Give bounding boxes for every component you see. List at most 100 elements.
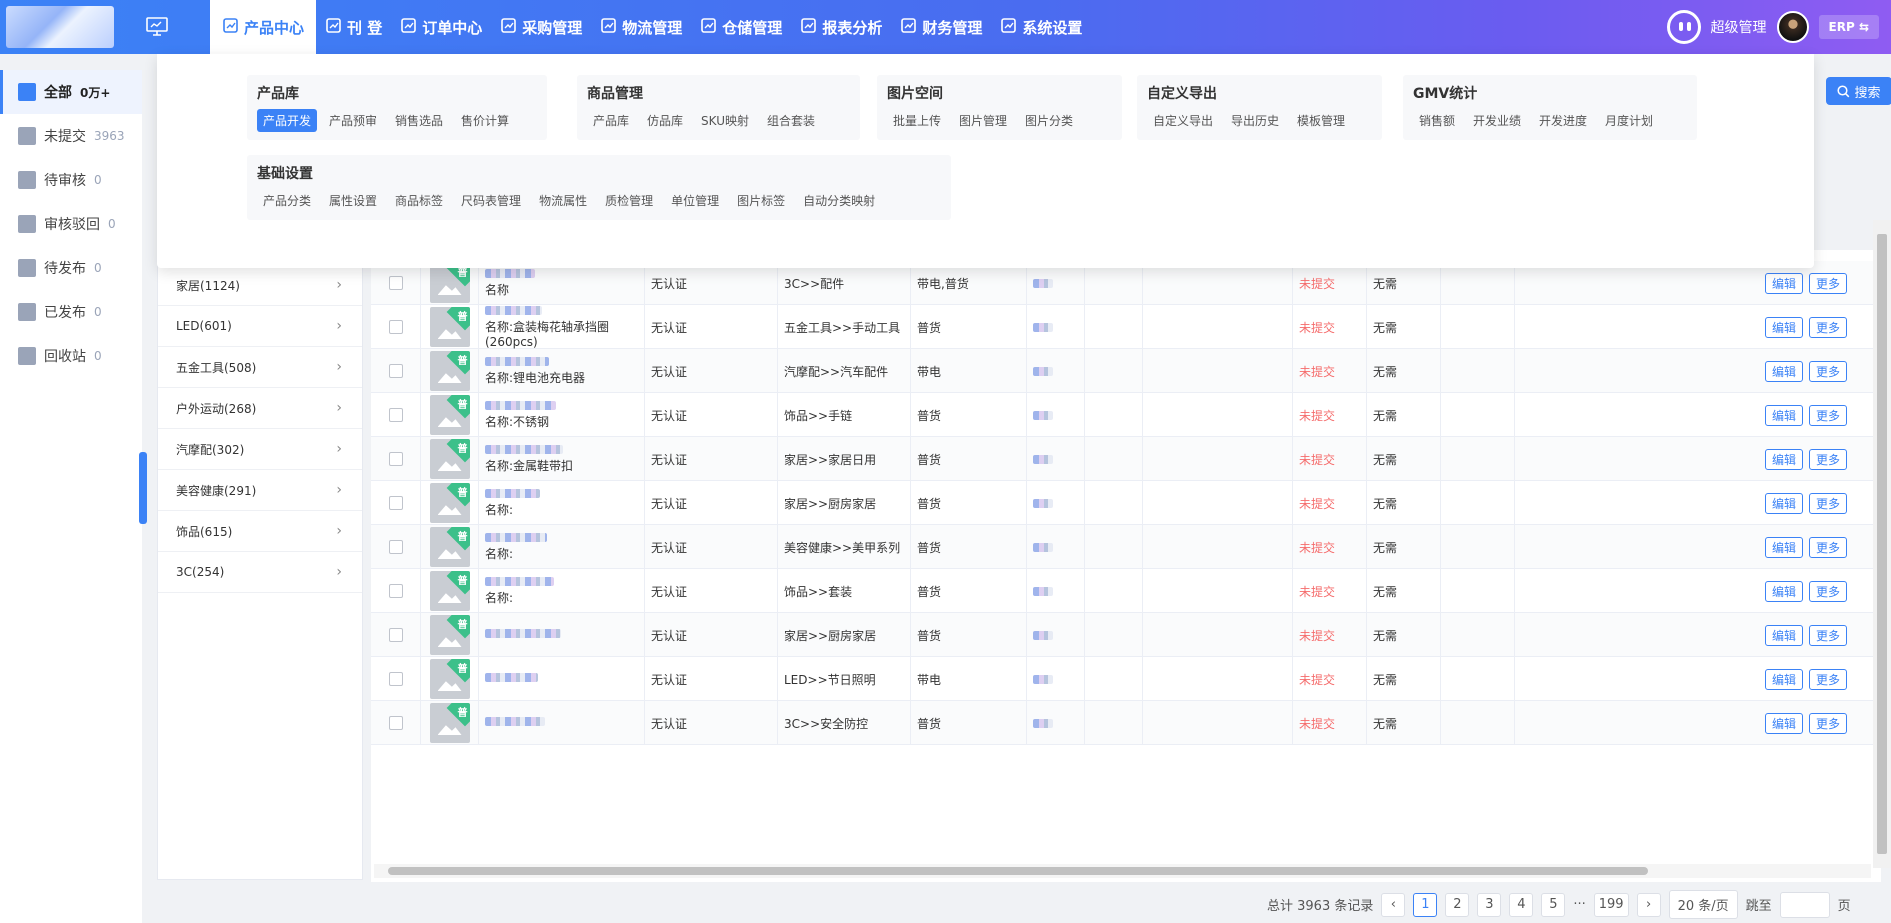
nav-item-5[interactable]: 仓储管理	[691, 0, 791, 54]
avatar[interactable]	[1776, 11, 1809, 43]
nav-item-8[interactable]: 系统设置	[991, 0, 1091, 54]
menu-item[interactable]: 自动分类映射	[797, 189, 881, 212]
goto-page-input[interactable]	[1779, 891, 1830, 918]
menu-item[interactable]: 开发进度	[1533, 109, 1593, 132]
row-checkbox[interactable]	[388, 320, 403, 334]
prev-page-button[interactable]: ‹	[1381, 892, 1406, 917]
menu-item[interactable]: 产品预审	[323, 109, 383, 132]
product-thumbnail[interactable]: 普	[429, 263, 470, 303]
category-item[interactable]: 美容健康(291) ›	[158, 470, 362, 511]
edit-button[interactable]: 编辑	[1765, 316, 1804, 338]
sidebar-item-3[interactable]: 审核驳回 0	[0, 202, 142, 246]
menu-item[interactable]: 物流属性	[533, 189, 593, 212]
row-checkbox[interactable]	[388, 452, 403, 466]
edit-button[interactable]: 编辑	[1765, 360, 1804, 382]
monitor-icon[interactable]	[146, 17, 168, 37]
edit-button[interactable]: 编辑	[1765, 624, 1804, 646]
edit-button[interactable]: 编辑	[1765, 580, 1804, 602]
row-checkbox[interactable]	[388, 408, 403, 422]
user-name[interactable]: 超级管理	[1711, 17, 1767, 37]
product-thumbnail[interactable]: 普	[429, 351, 470, 391]
page-button[interactable]: ···	[1573, 897, 1585, 912]
nav-item-7[interactable]: 财务管理	[891, 0, 991, 54]
row-checkbox[interactable]	[388, 672, 403, 686]
menu-item[interactable]: 图片标签	[731, 189, 791, 212]
menu-item[interactable]: 质检管理	[599, 189, 659, 212]
menu-item[interactable]: 导出历史	[1225, 109, 1285, 132]
sidebar-item-0[interactable]: 全部 0万+	[0, 70, 142, 114]
page-button[interactable]: 2	[1445, 892, 1470, 917]
row-checkbox[interactable]	[388, 364, 403, 378]
menu-item[interactable]: 开发业绩	[1467, 109, 1527, 132]
menu-item[interactable]: 组合套装	[761, 109, 821, 132]
edit-button[interactable]: 编辑	[1765, 668, 1804, 690]
nav-item-2[interactable]: 订单中心	[391, 0, 491, 54]
menu-item[interactable]: 单位管理	[665, 189, 725, 212]
more-button[interactable]: 更多	[1809, 272, 1848, 294]
search-button[interactable]: 搜索	[1826, 77, 1891, 105]
row-checkbox[interactable]	[388, 540, 403, 554]
category-item[interactable]: LED(601) ›	[158, 306, 362, 347]
product-thumbnail[interactable]: 普	[429, 615, 470, 655]
category-item[interactable]: 家居(1124) ›	[158, 265, 362, 306]
edit-button[interactable]: 编辑	[1765, 492, 1804, 514]
product-thumbnail[interactable]: 普	[429, 307, 470, 347]
product-thumbnail[interactable]: 普	[429, 571, 470, 611]
sidebar-item-4[interactable]: 待发布 0	[0, 246, 142, 290]
row-checkbox[interactable]	[388, 496, 403, 510]
row-checkbox[interactable]	[388, 584, 403, 598]
erp-switch-button[interactable]: ERP ⇆	[1818, 15, 1879, 39]
row-checkbox[interactable]	[388, 628, 403, 642]
more-button[interactable]: 更多	[1809, 492, 1848, 514]
sidebar-item-6[interactable]: 回收站 0	[0, 334, 142, 378]
menu-item[interactable]: 批量上传	[887, 109, 947, 132]
row-checkbox[interactable]	[388, 716, 403, 730]
menu-item[interactable]: 图片分类	[1019, 109, 1079, 132]
edit-button[interactable]: 编辑	[1765, 712, 1804, 734]
product-thumbnail[interactable]: 普	[429, 527, 470, 567]
sidebar-item-1[interactable]: 未提交 3963	[0, 114, 142, 158]
product-thumbnail[interactable]: 普	[429, 483, 470, 523]
menu-item[interactable]: 商品标签	[389, 189, 449, 212]
nav-item-1[interactable]: 刊 登	[316, 0, 391, 54]
menu-item[interactable]: 月度计划	[1599, 109, 1659, 132]
product-thumbnail[interactable]: 普	[429, 703, 470, 743]
nav-item-6[interactable]: 报表分析	[791, 0, 891, 54]
page-button[interactable]: 5	[1541, 892, 1566, 917]
more-button[interactable]: 更多	[1809, 404, 1848, 426]
category-item[interactable]: 饰品(615) ›	[158, 511, 362, 552]
more-button[interactable]: 更多	[1809, 624, 1848, 646]
page-button[interactable]: 4	[1509, 892, 1534, 917]
category-item[interactable]: 汽摩配(302) ›	[158, 429, 362, 470]
sidebar-item-5[interactable]: 已发布 0	[0, 290, 142, 334]
menu-item[interactable]: 产品分类	[257, 189, 317, 212]
menu-item[interactable]: SKU映射	[695, 109, 755, 132]
edit-button[interactable]: 编辑	[1765, 404, 1804, 426]
edit-button[interactable]: 编辑	[1765, 536, 1804, 558]
row-checkbox[interactable]	[388, 276, 403, 290]
more-button[interactable]: 更多	[1809, 316, 1848, 338]
menu-item[interactable]: 仿品库	[641, 109, 689, 132]
category-item[interactable]: 户外运动(268) ›	[158, 388, 362, 429]
more-button[interactable]: 更多	[1809, 360, 1848, 382]
vertical-scrollbar[interactable]	[1873, 220, 1891, 868]
product-thumbnail[interactable]: 普	[429, 395, 470, 435]
menu-item[interactable]: 属性设置	[323, 189, 383, 212]
sidebar-collapse-handle[interactable]	[139, 452, 147, 524]
more-button[interactable]: 更多	[1809, 536, 1848, 558]
page-size-select[interactable]: 20 条/页	[1668, 890, 1738, 919]
menu-item[interactable]: 产品库	[587, 109, 635, 132]
menu-item[interactable]: 售价计算	[455, 109, 515, 132]
category-item[interactable]: 五金工具(508) ›	[158, 347, 362, 388]
page-button[interactable]: 1	[1413, 892, 1438, 917]
menu-item[interactable]: 销售额	[1413, 109, 1461, 132]
product-thumbnail[interactable]: 普	[429, 659, 470, 699]
sidebar-item-2[interactable]: 待审核 0	[0, 158, 142, 202]
category-item[interactable]: 3C(254) ›	[158, 552, 362, 593]
page-button[interactable]: 199	[1593, 892, 1629, 917]
more-button[interactable]: 更多	[1809, 580, 1848, 602]
next-page-button[interactable]: ›	[1636, 892, 1661, 917]
horizontal-scrollbar[interactable]	[374, 864, 1871, 878]
logo[interactable]	[6, 6, 114, 48]
edit-button[interactable]: 编辑	[1765, 272, 1804, 294]
